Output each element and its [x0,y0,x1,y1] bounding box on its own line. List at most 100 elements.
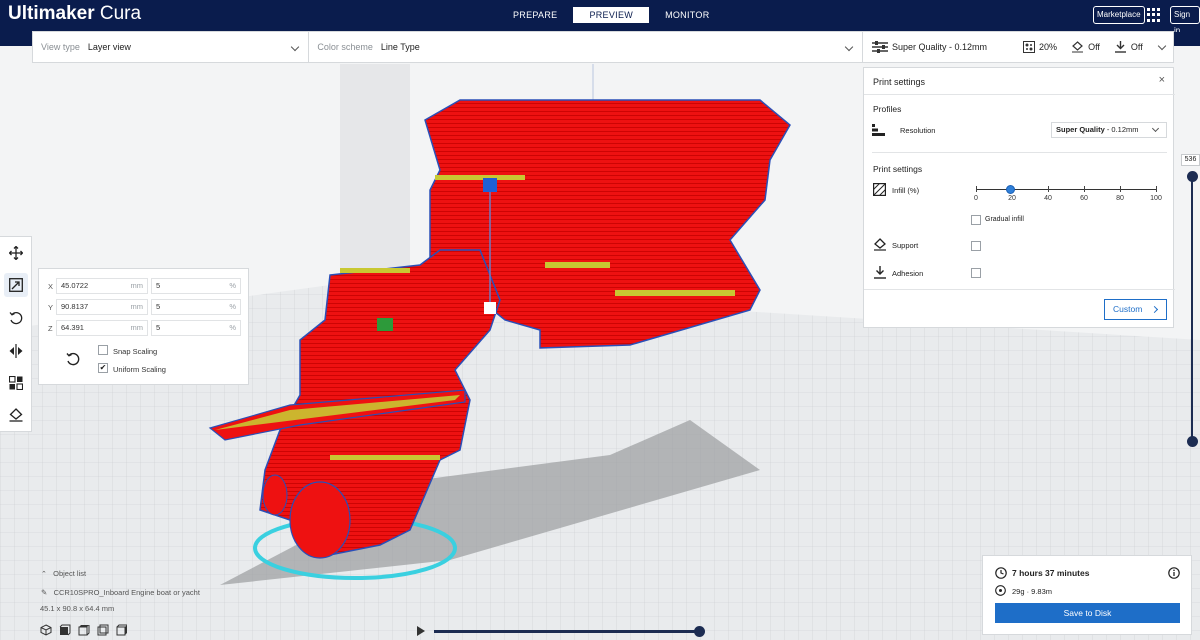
adhesion-icon [874,266,886,279]
infill-summary: 20% [1023,41,1057,53]
view-type-value: Layer view [87,42,131,52]
sliders-icon [872,41,888,53]
spool-icon [995,585,1006,596]
z-axis-label: Z [48,324,53,333]
view-type-select[interactable]: View type Layer view [33,32,310,62]
scale-tool-panel: X 45.0722 mm 5 % Y 90.8137 mm 5 % Z 64.3… [38,268,249,385]
gradual-infill-checkbox[interactable] [971,215,981,225]
3d-view-icon[interactable] [40,624,52,636]
z-size-unit: mm [130,323,144,332]
reset-scale-icon[interactable] [66,352,80,366]
chevron-up-icon: ⌃ [41,571,47,578]
uniform-scaling-checkbox[interactable]: ✔ [98,363,108,373]
support-checkbox[interactable] [971,241,981,251]
play-icon[interactable] [417,626,425,636]
right-view-icon[interactable] [116,624,128,636]
tab-monitor[interactable]: MONITOR [649,7,725,23]
infill-slider-handle[interactable] [1006,185,1015,194]
infill-tick-label: 0 [974,195,978,202]
left-view-icon[interactable] [97,624,109,636]
layer-slider-lower-handle[interactable] [1187,436,1198,447]
current-layer-input[interactable]: 536 [1181,154,1200,166]
y-size-value: 90.8137 [61,302,89,311]
tab-preview[interactable]: PREVIEW [573,7,650,23]
custom-button-label: Custom [1113,304,1143,314]
sign-in-button[interactable]: Sign in [1170,6,1200,35]
x-percent-unit: % [229,281,236,290]
profile-summary: Super Quality - 0.12mm [872,41,987,53]
snap-scaling-label: Snap Scaling [113,347,158,356]
path-slider-handle[interactable] [694,626,705,637]
infill-tick [1084,186,1085,192]
z-size-input[interactable]: 64.391 mm [56,320,148,336]
z-size-value: 64.391 [61,323,84,332]
adhesion-checkbox[interactable] [971,268,981,278]
z-percent-input[interactable]: 5 % [151,320,241,336]
print-setup-selector[interactable]: Super Quality - 0.12mm 20% Off Off [863,31,1174,63]
resolution-select[interactable]: Super Quality - 0.12mm [1051,122,1167,138]
job-name-row[interactable]: ✎ CCR10SPRO_Inboard Engine boat or yacht [41,588,200,597]
per-model-settings-button[interactable] [4,371,28,395]
y-percent-input[interactable]: 5 % [151,299,241,315]
divider [864,94,1175,95]
app-logo: Ultimaker Cura [8,3,141,25]
mirror-icon [9,344,23,358]
marketplace-button[interactable]: Marketplace [1093,6,1145,24]
adhesion-summary: Off [1114,41,1143,53]
resolution-label: Resolution [900,126,936,135]
support-icon [874,238,886,251]
object-list-label: Object list [53,569,87,578]
object-list-toggle[interactable]: ⌃ Object list [41,569,86,578]
scale-tool-button[interactable] [4,273,28,297]
pencil-icon: ✎ [41,588,48,597]
infill-tick [1048,186,1049,192]
profiles-heading: Profiles [873,104,902,114]
stage-tabs: PREPARE PREVIEW MONITOR [497,7,726,23]
chevron-down-icon [1157,41,1167,51]
custom-settings-button[interactable]: Custom [1104,299,1167,320]
gradual-infill-label: Gradual infill [985,216,1024,223]
info-icon[interactable] [1168,567,1180,579]
y-axis-label: Y [48,303,54,312]
rotate-icon [9,312,23,325]
y-percent-value: 5 [156,302,161,311]
y-size-input[interactable]: 90.8137 mm [56,299,148,315]
support-blocker-button[interactable] [4,403,28,427]
divider [872,152,1167,153]
layer-slider-track[interactable] [1191,178,1193,442]
path-slider-track[interactable] [434,630,700,633]
infill-tick-label: 100 [1150,195,1162,202]
tab-prepare[interactable]: PREPARE [497,7,573,23]
infill-slider-track[interactable] [976,189,1156,190]
infill-label: Infill (%) [892,186,920,195]
z-percent-value: 5 [156,323,161,332]
scale-handle-y [377,318,393,331]
x-percent-value: 5 [156,281,161,290]
save-to-disk-button[interactable]: Save to Disk [995,603,1180,623]
top-view-icon[interactable] [78,624,90,636]
layer-slider-upper-handle[interactable] [1187,171,1198,182]
infill-tick-label: 40 [1044,195,1052,202]
move-tool-button[interactable] [4,241,28,265]
color-scheme-select[interactable]: Color scheme Line Type [309,32,862,62]
per-model-settings-icon [9,376,23,390]
app-name-bold: Ultimaker [8,3,95,24]
view-settings-bar: View type Layer view Color scheme Line T… [32,31,863,63]
close-icon[interactable]: × [1159,74,1165,86]
mirror-tool-button[interactable] [4,339,28,363]
rotate-tool-button[interactable] [4,306,28,330]
apps-grid-icon[interactable] [1147,8,1161,22]
z-percent-unit: % [229,323,236,332]
x-size-input[interactable]: 45.0722 mm [56,278,148,294]
support-label: Support [892,241,919,250]
x-axis-label: X [48,282,54,291]
print-time: 7 hours 37 minutes [1012,568,1090,578]
material-estimate: 29g · 9.83m [1012,587,1053,596]
snap-scaling-checkbox[interactable] [98,345,108,355]
color-scheme-label: Color scheme [317,42,373,52]
infill-tick [1120,186,1121,192]
chevron-right-icon [1150,305,1159,314]
x-percent-input[interactable]: 5 % [151,278,241,294]
front-view-icon[interactable] [59,624,71,636]
chevron-down-icon [1151,124,1160,133]
